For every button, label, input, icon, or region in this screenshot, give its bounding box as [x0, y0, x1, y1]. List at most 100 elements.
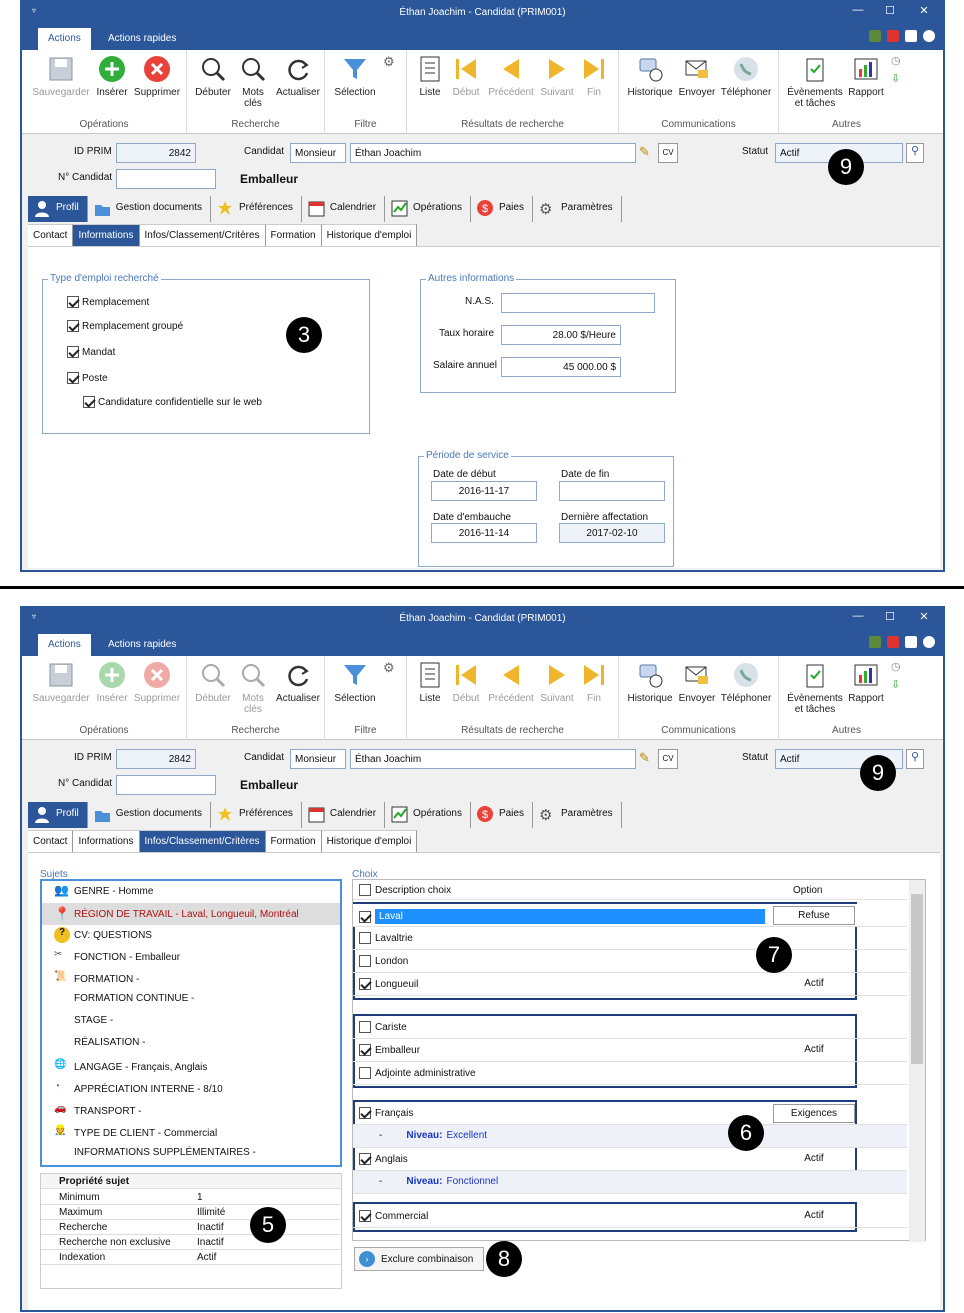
minimize-button[interactable]: —: [845, 610, 871, 626]
choice-francais[interactable]: Français Exigences: [353, 1102, 907, 1125]
tab-profil[interactable]: Profil: [28, 802, 88, 828]
calculator-icon[interactable]: [869, 30, 881, 42]
end-date-field[interactable]: [559, 481, 665, 501]
tab-calendar[interactable]: Calendrier: [302, 802, 386, 828]
events-button[interactable]: Évènements et tâches: [785, 660, 845, 715]
status-search-icon[interactable]: ⚲: [906, 749, 924, 769]
clock-icon[interactable]: ◷: [891, 660, 901, 673]
selection-button[interactable]: Sélection: [331, 54, 379, 98]
tab-actions-rapides[interactable]: Actions rapides: [98, 28, 186, 50]
download-icon[interactable]: ⇩: [891, 72, 900, 85]
delete-button[interactable]: Supprimer: [132, 660, 182, 704]
subtab-formation[interactable]: Formation: [265, 224, 322, 246]
first-button[interactable]: Début: [449, 54, 483, 98]
exclude-combination-button[interactable]: › Exclure combinaison: [354, 1247, 484, 1271]
last-assignment-field[interactable]: 2017-02-10: [559, 523, 665, 543]
tab-preferences[interactable]: Préférences: [211, 802, 302, 828]
clock-icon[interactable]: ◷: [891, 54, 901, 67]
tree-item-type-client[interactable]: 👷 TYPE DE CLIENT - Commercial: [54, 1125, 217, 1141]
events-button[interactable]: Évènements et tâches: [785, 54, 845, 109]
tab-actions[interactable]: Actions: [38, 634, 91, 656]
tab-preferences[interactable]: Préférences: [211, 196, 302, 222]
help-icon[interactable]: [923, 30, 935, 42]
previous-button[interactable]: Précédent: [485, 54, 537, 98]
salutation-field[interactable]: Monsieur: [290, 749, 346, 769]
subtab-formation[interactable]: Formation: [265, 830, 322, 852]
next-button[interactable]: Suivant: [537, 660, 577, 704]
hourly-field[interactable]: 28.00 $/Heure: [501, 325, 621, 345]
tab-documents[interactable]: Gestion documents: [88, 196, 211, 222]
phone-button[interactable]: Téléphoner: [717, 660, 775, 704]
tree-item-cv[interactable]: ? CV: QUESTIONS: [54, 927, 152, 943]
tree-item-region[interactable]: 📍 RÉGION DE TRAVAIL - Laval, Longueuil, M…: [42, 903, 340, 925]
tree-item-formation[interactable]: 📜 FORMATION -: [54, 971, 139, 987]
candidate-name-field[interactable]: Éthan Joachim: [350, 749, 636, 769]
calendar-icon[interactable]: [887, 636, 899, 648]
refresh-button[interactable]: Actualiser: [273, 660, 323, 704]
tab-operations[interactable]: Opérations: [385, 196, 471, 222]
choice-adjointe[interactable]: Adjointe administrative: [353, 1062, 907, 1085]
choice-london[interactable]: London: [353, 950, 907, 973]
insert-button[interactable]: Insérer: [92, 54, 132, 98]
gear-icon[interactable]: ⚙: [383, 660, 395, 676]
calculator-icon[interactable]: [869, 636, 881, 648]
subtab-classement[interactable]: Infos/Classement/Critères: [139, 830, 266, 852]
tab-paies[interactable]: $ Paies: [471, 802, 533, 828]
last-button[interactable]: Fin: [577, 54, 611, 98]
tab-calendar[interactable]: Calendrier: [302, 196, 386, 222]
download-icon[interactable]: ⇩: [891, 678, 900, 691]
previous-button[interactable]: Précédent: [485, 660, 537, 704]
list-button[interactable]: Liste: [413, 660, 447, 704]
subtab-informations[interactable]: Informations: [73, 830, 140, 852]
nas-field[interactable]: [501, 293, 655, 313]
maximize-button[interactable]: ☐: [877, 4, 903, 20]
history-button[interactable]: Historique: [623, 54, 677, 98]
last-button[interactable]: Fin: [577, 660, 611, 704]
tab-actions[interactable]: Actions: [38, 28, 91, 50]
insert-button[interactable]: Insérer: [92, 660, 132, 704]
choice-cariste[interactable]: Cariste: [353, 1016, 907, 1039]
delete-button[interactable]: Supprimer: [132, 54, 182, 98]
start-date-field[interactable]: 2016-11-17: [431, 481, 537, 501]
history-button[interactable]: Historique: [623, 660, 677, 704]
checkbox-mandat[interactable]: Mandat: [67, 346, 115, 358]
begin-search-button[interactable]: Débuter: [191, 660, 235, 704]
save-button[interactable]: Sauvegarder: [30, 54, 92, 98]
subtab-classement[interactable]: Infos/Classement/Critères: [139, 224, 266, 246]
edit-pencil-icon[interactable]: ✎: [639, 750, 650, 766]
salutation-field[interactable]: Monsieur: [290, 143, 346, 163]
tree-item-genre[interactable]: 👥 GENRE - Homme: [54, 883, 153, 899]
next-button[interactable]: Suivant: [537, 54, 577, 98]
tab-operations[interactable]: Opérations: [385, 802, 471, 828]
choice-anglais[interactable]: Anglais Actif: [353, 1148, 907, 1171]
candidate-no-field[interactable]: [116, 169, 216, 189]
tree-item-appreciation[interactable]: ◔ APPRÉCIATION INTERNE - 8/10: [54, 1081, 223, 1097]
candidate-name-field[interactable]: Éthan Joachim: [350, 143, 636, 163]
choice-lavaltrie[interactable]: Lavaltrie: [353, 927, 907, 950]
lock-icon[interactable]: [905, 636, 917, 648]
checkbox-remplacement-groupe[interactable]: Remplacement groupé: [67, 320, 183, 332]
gear-icon[interactable]: ⚙: [383, 54, 395, 70]
choice-longueuil[interactable]: Longueuil Actif: [353, 973, 907, 996]
tree-item-formation-continue[interactable]: FORMATION CONTINUE -: [74, 993, 194, 1004]
checkbox-poste[interactable]: Poste: [67, 372, 108, 384]
close-button[interactable]: ✕: [911, 4, 937, 20]
edit-pencil-icon[interactable]: ✎: [639, 144, 650, 160]
report-button[interactable]: Rapport: [845, 660, 887, 704]
annual-field[interactable]: 45 000.00 $: [501, 357, 621, 377]
choice-laval[interactable]: Laval Refuse: [353, 904, 907, 927]
lock-icon[interactable]: [905, 30, 917, 42]
close-button[interactable]: ✕: [911, 610, 937, 626]
selection-button[interactable]: Sélection: [331, 660, 379, 704]
cv-icon[interactable]: CV: [658, 143, 678, 163]
tree-item-realisation[interactable]: RÉALISATION -: [74, 1037, 146, 1048]
choice-commercial[interactable]: Commercial Actif: [353, 1205, 907, 1228]
candidate-no-field[interactable]: [116, 775, 216, 795]
subtab-informations[interactable]: Informations: [73, 224, 140, 246]
subtab-historique[interactable]: Historique d'emploi: [321, 224, 418, 246]
send-button[interactable]: Envoyer: [677, 54, 717, 98]
id-prim-field[interactable]: 2842: [116, 143, 196, 163]
tab-parametres[interactable]: ⚙ Paramètres: [533, 802, 622, 828]
select-all-checkbox[interactable]: [359, 884, 371, 896]
id-prim-field[interactable]: 2842: [116, 749, 196, 769]
